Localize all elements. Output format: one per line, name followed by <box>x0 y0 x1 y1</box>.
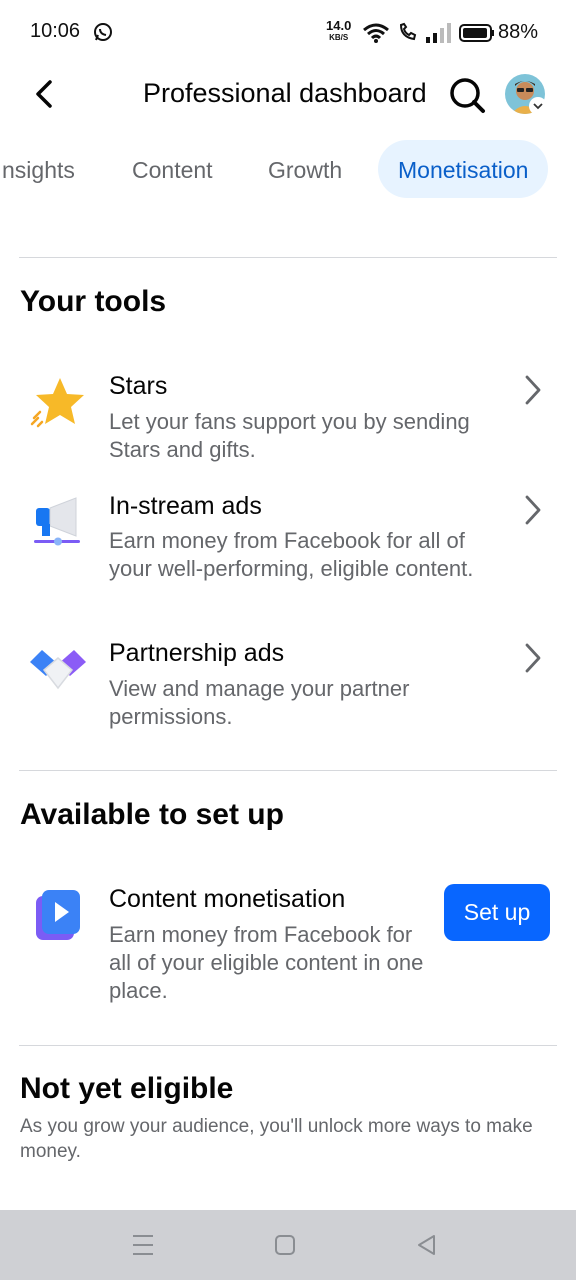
tab-monetisation[interactable]: Monetisation <box>378 140 549 198</box>
not-eligible-description: As you grow your audience, you'll unlock… <box>20 1116 533 1162</box>
wifi-icon <box>363 23 389 43</box>
battery-icon <box>459 24 494 42</box>
tab-content[interactable]: Content <box>132 140 213 198</box>
chevron-right-icon <box>525 375 541 405</box>
chevron-down-icon[interactable] <box>529 97 547 115</box>
content-monetisation-title: Content monetisation <box>109 885 346 913</box>
partnership-ads-description: View and manage your partner permissions… <box>109 676 410 729</box>
section-title-available: Available to set up <box>20 798 284 831</box>
handshake-icon <box>30 650 86 690</box>
wifi-call-icon <box>399 22 417 41</box>
home-icon[interactable] <box>272 1232 298 1258</box>
partnership-ads-title: Partnership ads <box>109 639 285 667</box>
tab-growth[interactable]: Growth <box>268 140 342 198</box>
chevron-right-icon <box>525 643 541 673</box>
divider <box>19 257 557 258</box>
in-stream-ads-title: In-stream ads <box>109 492 262 520</box>
battery-percent: 88% <box>498 21 539 43</box>
section-title-not-eligible: Not yet eligible <box>20 1072 234 1105</box>
signal-icon <box>426 23 451 43</box>
stars-description: Let your fans support you by sending Sta… <box>109 409 470 462</box>
dashboard-tabs: nsights Content Growth Monetisation <box>0 140 576 200</box>
status-bar: 10:06 14.0 KB/S 88% <box>0 0 576 66</box>
tab-insights[interactable]: nsights <box>2 140 75 198</box>
stars-title: Stars <box>109 372 168 400</box>
in-stream-ads-description: Earn money from Facebook for all of your… <box>109 528 474 581</box>
divider <box>19 1045 557 1046</box>
back-arrow-icon[interactable] <box>26 74 66 114</box>
menu-icon[interactable] <box>130 1232 156 1258</box>
divider <box>19 770 557 771</box>
status-time: 10:06 <box>30 20 81 42</box>
megaphone-icon <box>34 497 80 546</box>
set-up-button[interactable]: Set up <box>444 884 550 941</box>
search-icon[interactable] <box>446 74 488 116</box>
chevron-right-icon <box>525 495 541 525</box>
network-speed: 14.0 KB/S <box>326 18 352 42</box>
section-title-your-tools: Your tools <box>20 285 167 318</box>
system-nav-bar <box>0 1210 576 1280</box>
page-title: Professional dashboard <box>143 78 427 108</box>
content-monetisation-description: Earn money from Facebook for all of your… <box>109 922 424 1003</box>
play-icon <box>36 890 80 940</box>
whatsapp-icon <box>94 23 112 41</box>
back-icon[interactable] <box>414 1232 440 1258</box>
star-icon <box>30 378 84 428</box>
